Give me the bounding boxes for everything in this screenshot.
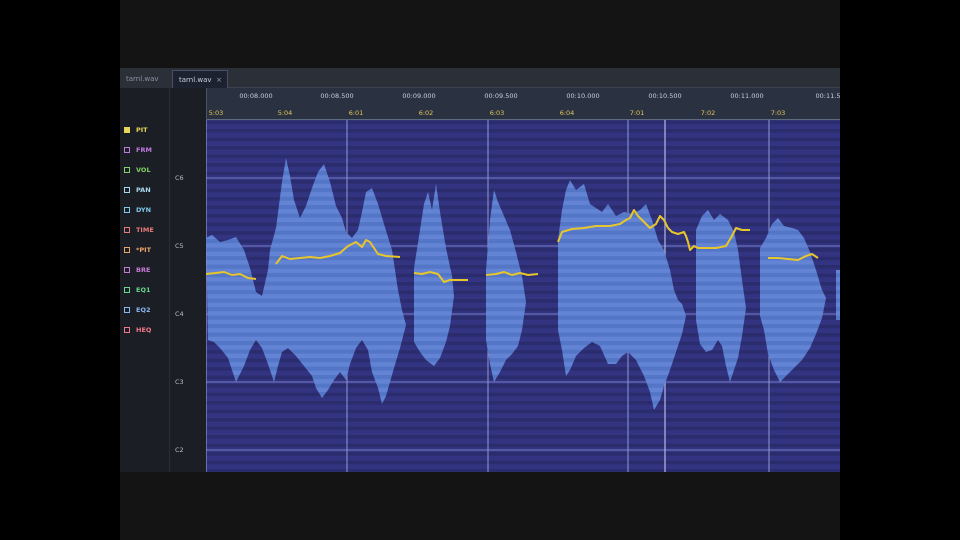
track-label: VOL bbox=[136, 166, 151, 174]
tab-label: tarnl.wav bbox=[179, 76, 212, 84]
time-tick: 00:08.000 bbox=[239, 92, 273, 100]
track-label: EQ1 bbox=[136, 286, 151, 294]
checkbox-icon[interactable] bbox=[124, 267, 130, 273]
title-area bbox=[120, 0, 840, 68]
time-tick: 00:11.5 bbox=[815, 92, 840, 100]
time-tick: 00:08.500 bbox=[320, 92, 354, 100]
app-window: tarnl.wav tarnl.wav × PIT FRM VOL PAN DY… bbox=[120, 0, 840, 540]
track-label: PIT bbox=[136, 126, 148, 134]
track-pan[interactable]: PAN bbox=[124, 184, 170, 196]
row-overlay bbox=[206, 120, 840, 472]
time-tick: 00:09.000 bbox=[402, 92, 436, 100]
pitch-editor-canvas[interactable] bbox=[206, 120, 840, 472]
note-label: C2 bbox=[175, 446, 184, 454]
track-label: BRE bbox=[136, 266, 151, 274]
bar-tick: 7:02 bbox=[700, 109, 716, 117]
track-eq1[interactable]: EQ1 bbox=[124, 284, 170, 296]
track-label: TIME bbox=[136, 226, 154, 234]
track-pit[interactable]: PIT bbox=[124, 124, 170, 136]
track-label: EQ2 bbox=[136, 306, 151, 314]
track-eq2[interactable]: EQ2 bbox=[124, 304, 170, 316]
tab-label: tarnl.wav bbox=[126, 75, 159, 83]
tab-bar: tarnl.wav tarnl.wav × bbox=[120, 68, 840, 88]
time-tick: 00:11.000 bbox=[730, 92, 764, 100]
checkbox-icon[interactable] bbox=[124, 307, 130, 313]
track-label: DYN bbox=[136, 206, 152, 214]
track-frm[interactable]: FRM bbox=[124, 144, 170, 156]
note-label: C3 bbox=[175, 378, 184, 386]
bar-tick: 5:03 bbox=[208, 109, 224, 117]
track-bre[interactable]: BRE bbox=[124, 264, 170, 276]
checkbox-icon[interactable] bbox=[124, 287, 130, 293]
time-tick: 00:10.500 bbox=[648, 92, 682, 100]
track-label: FRM bbox=[136, 146, 152, 154]
note-label: C5 bbox=[175, 242, 184, 250]
checkbox-icon[interactable] bbox=[124, 147, 130, 153]
checkbox-icon[interactable] bbox=[124, 327, 130, 333]
track-label: *PIT bbox=[136, 246, 152, 254]
bar-tick: 5:04 bbox=[277, 109, 293, 117]
track-dyn[interactable]: DYN bbox=[124, 204, 170, 216]
bar-tick: 6:04 bbox=[559, 109, 575, 117]
track-pit-alt[interactable]: *PIT bbox=[124, 244, 170, 256]
bar-tick: 6:03 bbox=[489, 109, 505, 117]
time-tick: 00:09.500 bbox=[484, 92, 518, 100]
time-tick: 00:10.000 bbox=[566, 92, 600, 100]
track-label: PAN bbox=[136, 186, 151, 194]
note-label: C4 bbox=[175, 310, 184, 318]
bar-tick: 7:03 bbox=[770, 109, 786, 117]
track-label: HEQ bbox=[136, 326, 152, 334]
bottom-area bbox=[120, 472, 840, 540]
track-heq[interactable]: HEQ bbox=[124, 324, 170, 336]
checkbox-icon[interactable] bbox=[124, 167, 130, 173]
bar-tick: 6:02 bbox=[418, 109, 434, 117]
checkbox-icon[interactable] bbox=[124, 187, 130, 193]
checkbox-icon[interactable] bbox=[124, 207, 130, 213]
tab-file-2[interactable]: tarnl.wav × bbox=[172, 70, 228, 88]
checkbox-icon[interactable] bbox=[124, 127, 130, 133]
note-label: C6 bbox=[175, 174, 184, 182]
track-vol[interactable]: VOL bbox=[124, 164, 170, 176]
ruler-line bbox=[206, 88, 207, 120]
note-ruler: C6 C5 C4 C3 C2 bbox=[170, 88, 206, 472]
checkbox-icon[interactable] bbox=[124, 227, 130, 233]
bar-tick: 6:01 bbox=[348, 109, 364, 117]
time-ruler[interactable]: 00:08.000 00:08.500 00:09.000 00:09.500 … bbox=[206, 88, 840, 120]
track-time[interactable]: TIME bbox=[124, 224, 170, 236]
tab-file-1[interactable]: tarnl.wav bbox=[120, 70, 172, 88]
track-panel: PIT FRM VOL PAN DYN TIME *PIT BRE EQ1 EQ… bbox=[120, 88, 170, 472]
bar-tick: 7:01 bbox=[629, 109, 645, 117]
checkbox-icon[interactable] bbox=[124, 247, 130, 253]
close-icon[interactable]: × bbox=[216, 71, 222, 89]
